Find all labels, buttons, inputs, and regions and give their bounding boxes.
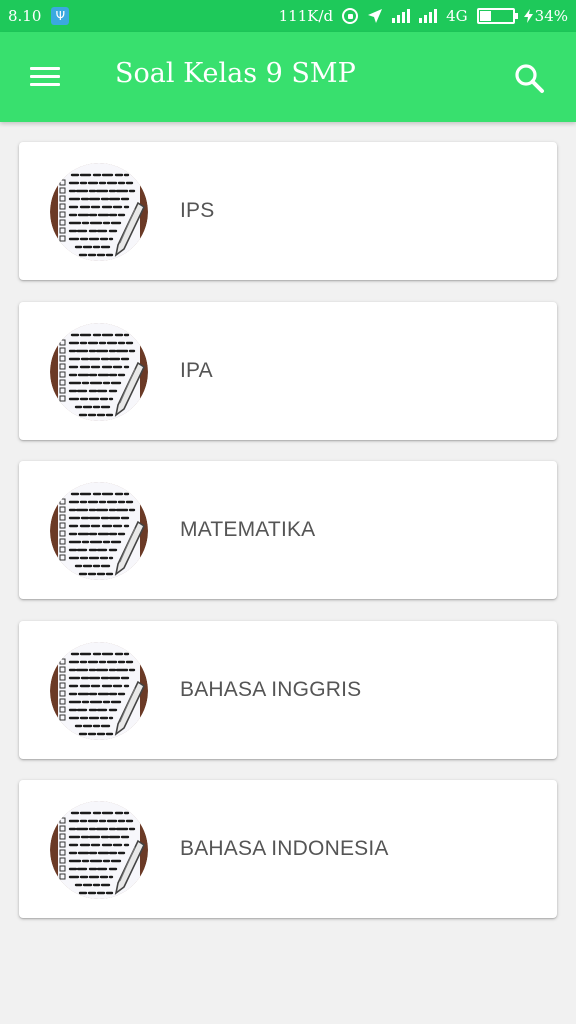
network-type: 4G [446, 7, 468, 25]
worksheet-thumbnail-icon [50, 163, 148, 261]
worksheet-thumbnail-icon [50, 322, 148, 421]
battery-icon [476, 8, 518, 24]
worksheet-thumbnail-icon [50, 641, 148, 740]
worksheet-thumbnail-icon [50, 801, 148, 899]
worksheet-thumbnail-icon [50, 482, 148, 580]
subject-label: BAHASA INDONESIA [180, 837, 389, 860]
search-icon [515, 64, 544, 93]
subject-label: BAHASA INGGRIS [180, 677, 362, 701]
status-bar: 8.10 Ψ 111K/d 4G 34% [0, 0, 576, 32]
subject-card[interactable]: IPA [19, 301, 557, 440]
signal-strength-icon-2 [419, 9, 438, 23]
subject-list: IPS IPA MATEMATIKA BAHASA INGGRIS BAHASA… [19, 142, 557, 940]
hamburger-menu-icon [30, 67, 60, 70]
page-title: Soal Kelas 9 SMP [115, 58, 356, 89]
usb-icon: Ψ [51, 7, 70, 25]
status-time: 8.10 [8, 7, 42, 25]
signal-strength-icon [392, 9, 411, 23]
battery-percent: 34% [534, 7, 568, 25]
subject-card[interactable]: BAHASA INGGRIS [19, 620, 557, 759]
network-speed: 111K/d [278, 7, 334, 25]
battery-fill [479, 11, 491, 21]
app-bar: Soal Kelas 9 SMP [0, 32, 576, 122]
subject-label: IPS [180, 199, 215, 222]
subject-card[interactable]: IPS [19, 142, 557, 280]
charging-bolt-icon [523, 9, 533, 23]
location-arrow-icon [368, 9, 383, 23]
subject-label: IPA [180, 358, 213, 382]
subject-label: MATEMATIKA [180, 518, 316, 541]
subject-card[interactable]: BAHASA INDONESIA [19, 780, 557, 918]
menu-button[interactable] [28, 65, 62, 89]
rotation-lock-icon [342, 8, 359, 24]
search-button[interactable] [513, 62, 547, 96]
subject-card[interactable]: MATEMATIKA [19, 461, 557, 599]
